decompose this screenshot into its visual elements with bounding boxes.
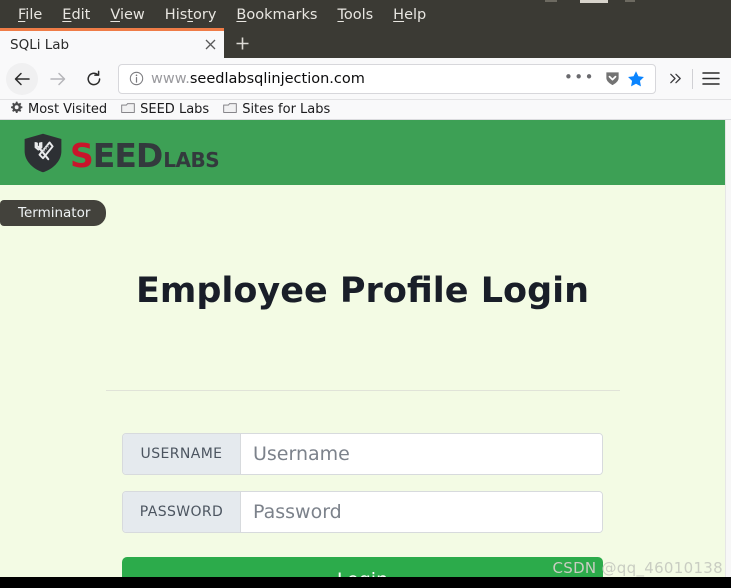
titlebar-decoration-left [545, 0, 557, 2]
navigation-toolbar: www.seedlabsqlinjection.com ••• [0, 58, 731, 100]
url-text[interactable]: www.seedlabsqlinjection.com [147, 71, 560, 87]
menu-item-tools[interactable]: Tools [327, 3, 383, 28]
seedlabs-logo[interactable]: S E E D LABS [22, 132, 220, 178]
reload-button[interactable] [78, 63, 110, 95]
password-input-group: PASSWORD [122, 491, 603, 533]
bookmark-sites-for-labs[interactable]: Sites for Labs [223, 102, 330, 118]
hamburger-menu-icon[interactable] [697, 71, 725, 86]
menu-item-edit-rest: dit [71, 7, 91, 23]
page-viewport: S E E D LABS Terminator Employee Profile Log… [0, 120, 731, 578]
forward-button[interactable] [42, 63, 74, 95]
forward-arrow-icon [50, 72, 66, 85]
url-bar-actions: ••• [560, 68, 649, 90]
logo-letter-e1: E [92, 135, 116, 175]
shield-tools-icon [22, 132, 64, 178]
title-divider [106, 390, 620, 391]
pocket-shield-icon[interactable] [601, 68, 623, 90]
menu-item-help[interactable]: Help [383, 3, 436, 28]
menu-accel-bookmarks: B [236, 7, 247, 23]
browser-menubar: File Edit View History Bookmarks Tools H… [0, 3, 731, 28]
toolbar-separator [692, 68, 693, 89]
username-label: USERNAME [123, 434, 241, 474]
menu-item-view[interactable]: View [100, 3, 154, 28]
double-chevron-right-icon[interactable] [662, 71, 688, 86]
tab-strip: SQLi Lab [0, 28, 731, 58]
password-label: PASSWORD [123, 492, 241, 532]
logo-letter-e2: E [114, 135, 137, 175]
screen-bottom-strip [0, 577, 731, 588]
url-domain: seedlabsqlinjection.com [189, 70, 365, 87]
ellipsis-icon[interactable]: ••• [560, 68, 599, 90]
menu-item-edit[interactable]: Edit [52, 3, 100, 28]
star-icon[interactable] [625, 68, 647, 90]
bookmark-label: Sites for Labs [242, 102, 331, 117]
bookmark-seed-labs[interactable]: SEED Labs [121, 102, 209, 118]
menu-item-help-rest: elp [404, 7, 427, 23]
gear-icon [10, 101, 23, 118]
browser-tab-active[interactable]: SQLi Lab [0, 28, 224, 58]
bookmark-label: SEED Labs [140, 102, 210, 117]
browser-window: File Edit View History Bookmarks Tools H… [0, 0, 731, 588]
menu-item-bookmarks[interactable]: Bookmarks [226, 3, 327, 28]
tab-title: SQLi Lab [10, 36, 70, 53]
url-scheme-prefix: www. [151, 70, 190, 87]
login-button[interactable]: Login [122, 557, 603, 578]
menu-item-bookmarks-rest: ookmarks [246, 7, 318, 23]
username-input-group: USERNAME [122, 433, 603, 475]
bookmarks-toolbar: Most Visited SEED Labs Sites for Labs [0, 100, 731, 120]
back-button[interactable] [6, 62, 38, 95]
plus-icon [236, 37, 248, 49]
info-circle-icon[interactable] [125, 71, 147, 86]
page-scrollbar[interactable] [725, 120, 731, 578]
folder-icon [121, 102, 135, 118]
page-title: Employee Profile Login [135, 271, 590, 311]
menu-item-view-rest: iew [119, 7, 145, 23]
menu-accel-help: H [393, 7, 405, 23]
password-input[interactable] [241, 492, 602, 532]
logo-letter-d: D [135, 135, 163, 175]
reload-icon [87, 70, 101, 85]
bookmark-most-visited[interactable]: Most Visited [10, 101, 107, 118]
menu-item-history[interactable]: History [155, 3, 227, 28]
titlebar-decoration-right [625, 0, 635, 2]
folder-icon [223, 102, 237, 118]
close-icon[interactable] [196, 31, 224, 58]
logo-letter-s: S [70, 135, 94, 175]
menu-item-tools-rest: ools [343, 7, 374, 23]
site-header: S E E D LABS [0, 120, 725, 185]
menu-item-file[interactable]: File [8, 3, 52, 28]
login-page-content: Employee Profile Login USERNAME PASSWORD… [0, 185, 725, 578]
new-tab-button[interactable] [227, 28, 257, 58]
seedlabs-wordmark: S E E D LABS [70, 135, 220, 175]
menu-accel-view: V [110, 7, 120, 23]
logo-labs-text: LABS [163, 147, 220, 172]
url-bar[interactable]: www.seedlabsqlinjection.com ••• [118, 63, 656, 94]
bookmark-label: Most Visited [28, 102, 108, 117]
menu-item-history-b: ory [192, 7, 217, 23]
back-arrow-icon [14, 72, 30, 85]
login-form: USERNAME PASSWORD Login [122, 433, 603, 578]
username-input[interactable] [241, 434, 602, 474]
menu-item-history-a: His [164, 7, 188, 23]
menu-item-file-rest: ile [25, 7, 43, 23]
